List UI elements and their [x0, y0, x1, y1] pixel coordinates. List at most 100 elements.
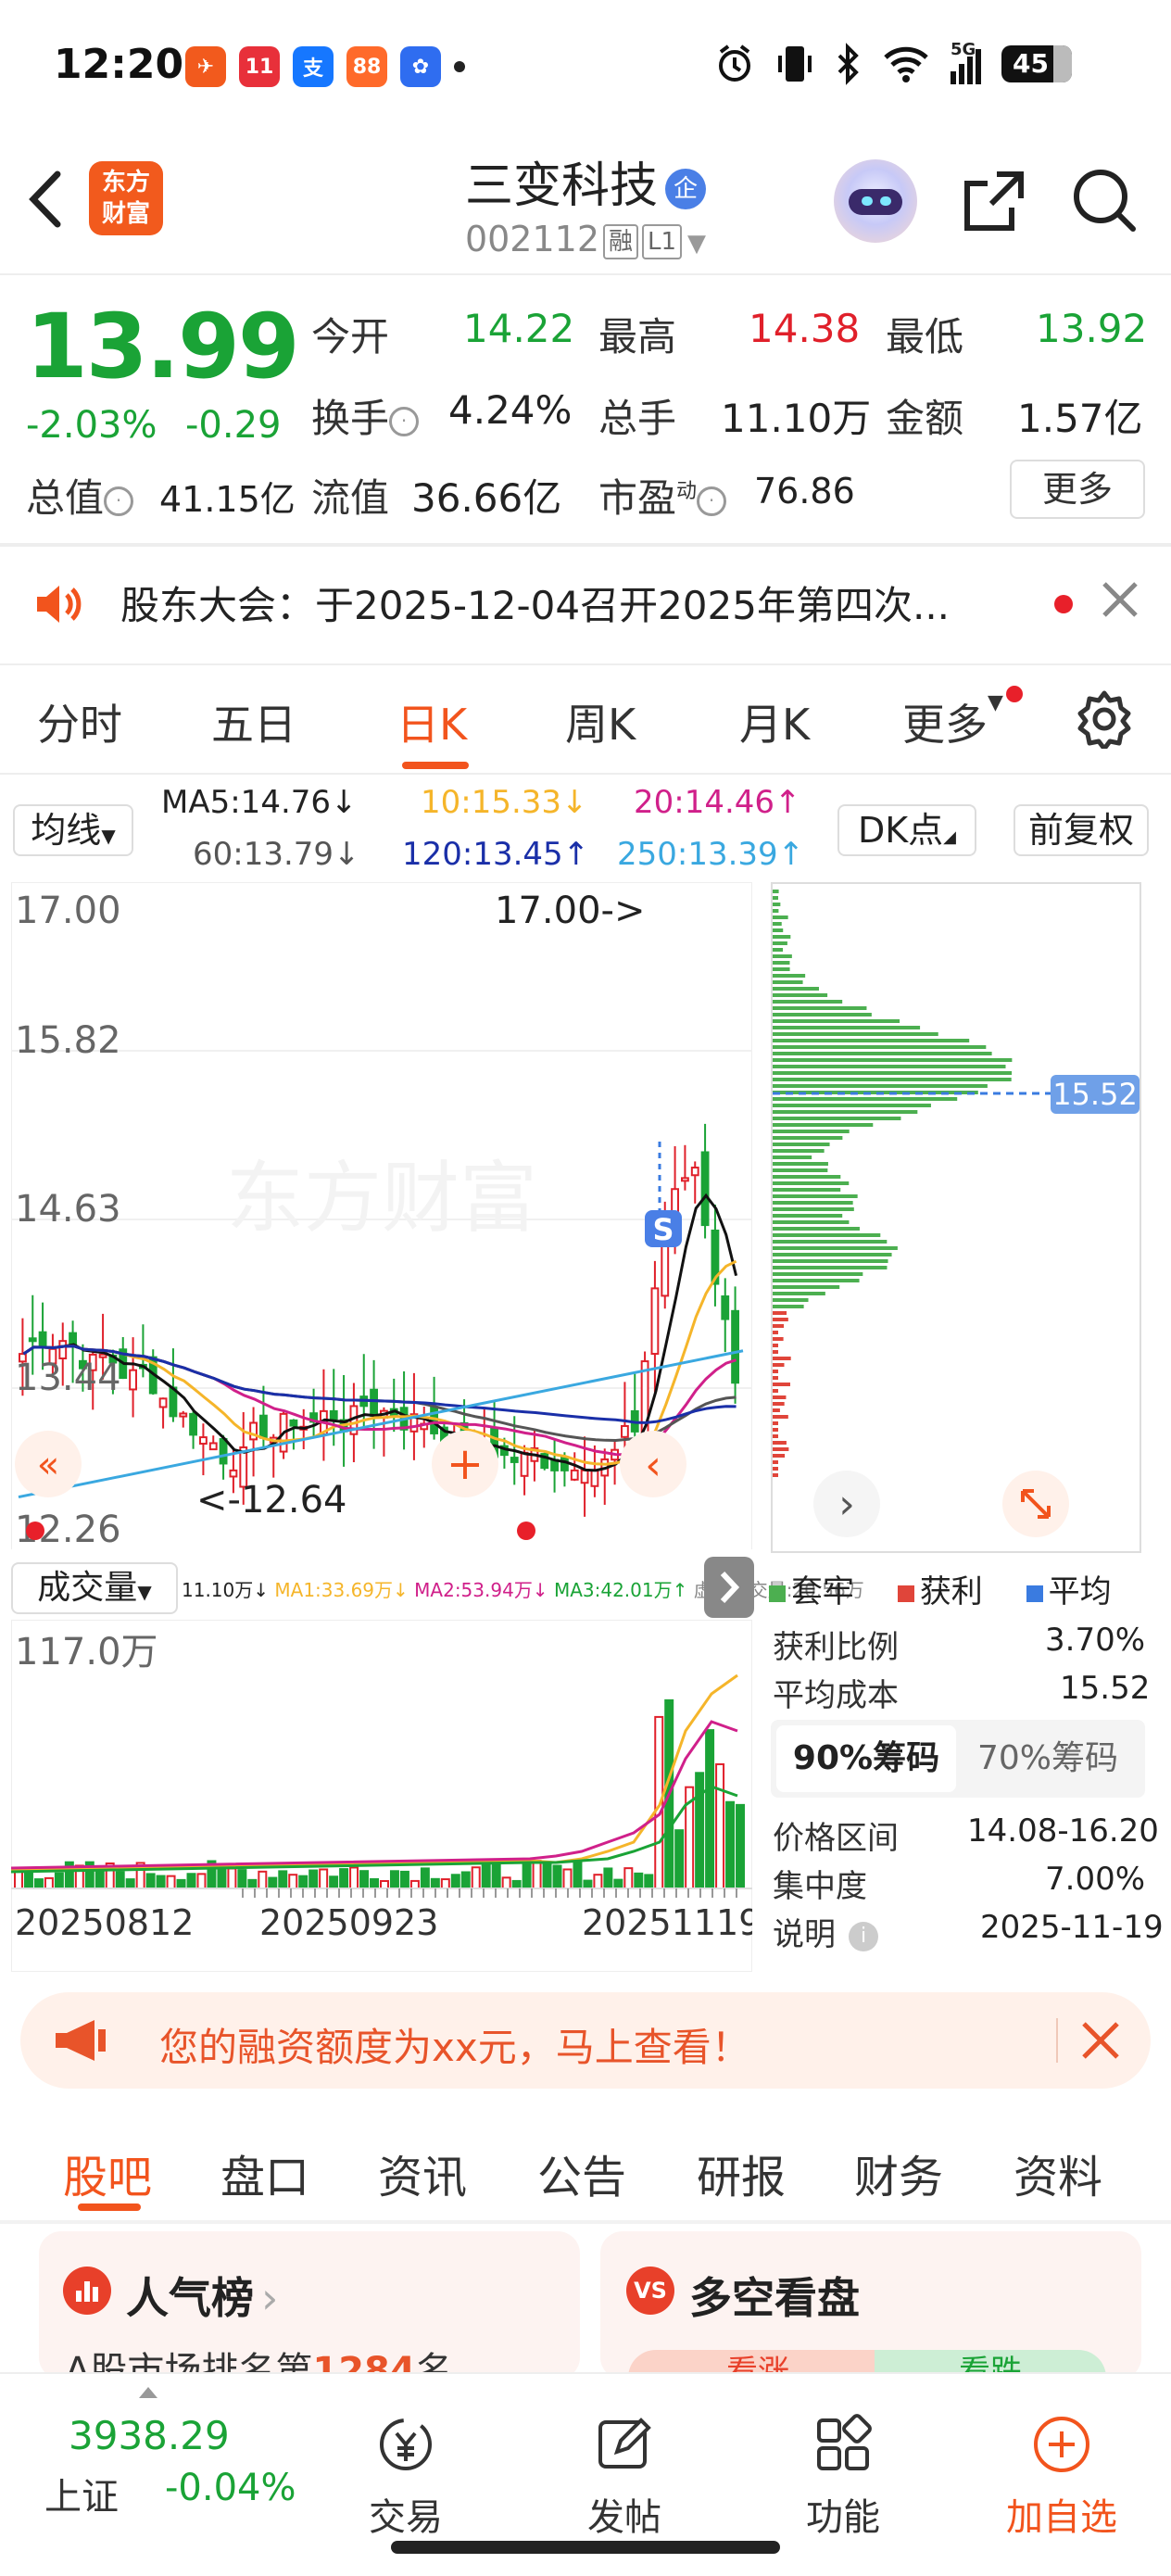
turnover-label[interactable]: 换手 · — [311, 387, 420, 444]
chip-bar — [773, 954, 792, 958]
share-button[interactable] — [960, 167, 1028, 239]
note-label[interactable]: 说明 i — [773, 1909, 878, 1954]
candle-body — [520, 1451, 529, 1477]
tab-guba[interactable]: 股吧 — [63, 2140, 152, 2205]
ma-indicator-row: 均线▼ MA5:14.76↓ 10:15.33↓ 20:14.46↑ 60:13… — [0, 775, 1171, 886]
candle-body — [69, 1332, 78, 1346]
info-eye-icon: · — [697, 486, 727, 516]
search-button[interactable] — [1069, 165, 1140, 239]
candle-body — [249, 1421, 258, 1441]
tab-more[interactable]: 更多▼ — [902, 691, 1003, 752]
nav-functions[interactable]: 功能 — [778, 2411, 908, 2541]
mktcap-label-text: 总值 — [26, 475, 105, 521]
volume-bar — [319, 1868, 329, 1890]
nav-post[interactable]: 发帖 — [560, 2411, 689, 2541]
note-label-text: 说明 — [773, 1916, 836, 1953]
chip-bar — [773, 1227, 860, 1231]
tab-profile[interactable]: 资料 — [1014, 2140, 1102, 2205]
divider — [0, 2220, 1171, 2224]
expand-volume-button[interactable] — [704, 1557, 754, 1618]
chip-bar — [773, 1408, 780, 1412]
chip-bar — [773, 1389, 778, 1393]
baidu-icon: ✿ — [400, 46, 441, 87]
change-amount: -0.29 — [185, 404, 282, 447]
bull-bear-card[interactable]: VS 多空看盘 看涨 看跌 — [600, 2231, 1141, 2380]
home-indicator[interactable] — [391, 2541, 780, 2554]
nav-trade-label: 交易 — [369, 2496, 443, 2539]
ai-assistant-avatar[interactable] — [834, 159, 917, 243]
legend-swatch-trapped — [769, 1585, 786, 1602]
volume-bar — [501, 1876, 511, 1889]
dk-point-button[interactable]: DK点◢ — [837, 804, 976, 856]
tab-announcements[interactable]: 公告 — [537, 2140, 626, 2205]
close-icon — [1082, 2022, 1119, 2059]
tab-intraday[interactable]: 分时 — [37, 691, 122, 752]
volume-bar — [399, 1870, 409, 1889]
chip-bar — [773, 980, 803, 984]
ma5-value: MA5:14.76↓ — [161, 784, 358, 821]
volume-bar — [409, 1879, 420, 1889]
tab-financials[interactable]: 财务 — [854, 2140, 943, 2205]
megaphone-icon — [52, 2018, 119, 2066]
tab-monthly-k[interactable]: 月K — [739, 691, 810, 752]
tab-chip-90[interactable]: 90%筹码 — [776, 1725, 956, 1792]
nav-functions-label: 功能 — [806, 2496, 880, 2539]
tab-news[interactable]: 资讯 — [378, 2140, 467, 2205]
candle-body — [129, 1369, 138, 1391]
open-label: 今开 — [311, 314, 390, 360]
volume-bar — [298, 1875, 308, 1890]
tab-research[interactable]: 研报 — [697, 2140, 786, 2205]
tab-five-day[interactable]: 五日 — [211, 691, 296, 752]
volume-bar — [695, 1772, 705, 1889]
tab-daily-k[interactable]: 日K — [397, 691, 467, 752]
volume-bar — [247, 1878, 258, 1889]
candle-body — [370, 1388, 378, 1417]
event-dot[interactable] — [26, 1522, 44, 1540]
high-label: 最高 — [598, 314, 677, 360]
status-system-icons: 5G 45 — [713, 40, 1072, 85]
chip-bar — [773, 1039, 970, 1042]
volume-bar — [644, 1874, 654, 1889]
close-notice-button[interactable] — [1097, 571, 1143, 630]
tab-pankou[interactable]: 盘口 — [220, 2140, 309, 2205]
chip-svg: 15.52 › — [771, 882, 1141, 1553]
float-label: 流值 — [311, 475, 390, 521]
volume-bar — [227, 1867, 237, 1890]
tab-weekly-k[interactable]: 周K — [565, 691, 636, 752]
volume-bar — [623, 1867, 634, 1889]
pe-label[interactable]: 市盈动 · — [598, 467, 727, 524]
chip-distribution-chart[interactable]: 15.52 › — [771, 882, 1141, 1553]
volume-bar — [725, 1800, 736, 1890]
popularity-card[interactable]: 人气榜 › A股市场排名第1284名 — [39, 2231, 580, 2380]
double-chevron-left-icon: « — [37, 1444, 59, 1486]
pe-value: 76.86 — [754, 471, 855, 511]
index-ticker[interactable]: 3938.29 上证 -0.04% — [0, 2374, 306, 2541]
search-icon — [1074, 170, 1136, 232]
nav-add-watchlist[interactable]: 加自选 — [997, 2411, 1127, 2541]
volume-ma3: MA3:42.01万↑ — [553, 1579, 688, 1601]
candle-body — [590, 1469, 599, 1487]
volume-indicator-selector[interactable]: 成交量▼ — [11, 1562, 178, 1614]
candle-body — [199, 1436, 208, 1446]
chart-settings-button[interactable] — [1075, 689, 1134, 752]
volume-bar — [186, 1873, 196, 1889]
chart-period-tabs: 分时 五日 日K 周K 月K 更多▼ — [0, 663, 1171, 773]
adjust-button[interactable]: 前复权 — [1014, 804, 1149, 856]
candle-body — [690, 1167, 699, 1177]
mktcap-label[interactable]: 总值 · — [26, 467, 134, 524]
tab-chip-70[interactable]: 70%筹码 — [956, 1725, 1140, 1792]
chip-bar — [773, 1136, 843, 1140]
stock-name: 三变科技 — [464, 158, 658, 214]
volume-bar — [522, 1863, 532, 1889]
price-range-label: 价格区间 — [773, 1820, 899, 1857]
notice-bar[interactable]: 股东大会：于2025-12-04召开2025年第四次... — [0, 545, 1171, 663]
event-dot[interactable] — [517, 1522, 535, 1540]
more-quote-button[interactable]: 更多 — [1010, 460, 1145, 519]
vs-icon: VS — [626, 2267, 674, 2315]
close-promo-button[interactable] — [1073, 2013, 1128, 2072]
kline-chart[interactable]: 东方财富 17.00 15.82 14.63 13.44 12.26 17.00… — [10, 881, 753, 1558]
ma-selector[interactable]: 均线▼ — [13, 804, 133, 856]
volume-bar — [308, 1869, 319, 1889]
nav-trade[interactable]: 交易 — [341, 2411, 471, 2541]
financing-promo-banner[interactable]: 您的融资额度为xx元，马上查看！ — [20, 1992, 1151, 2089]
